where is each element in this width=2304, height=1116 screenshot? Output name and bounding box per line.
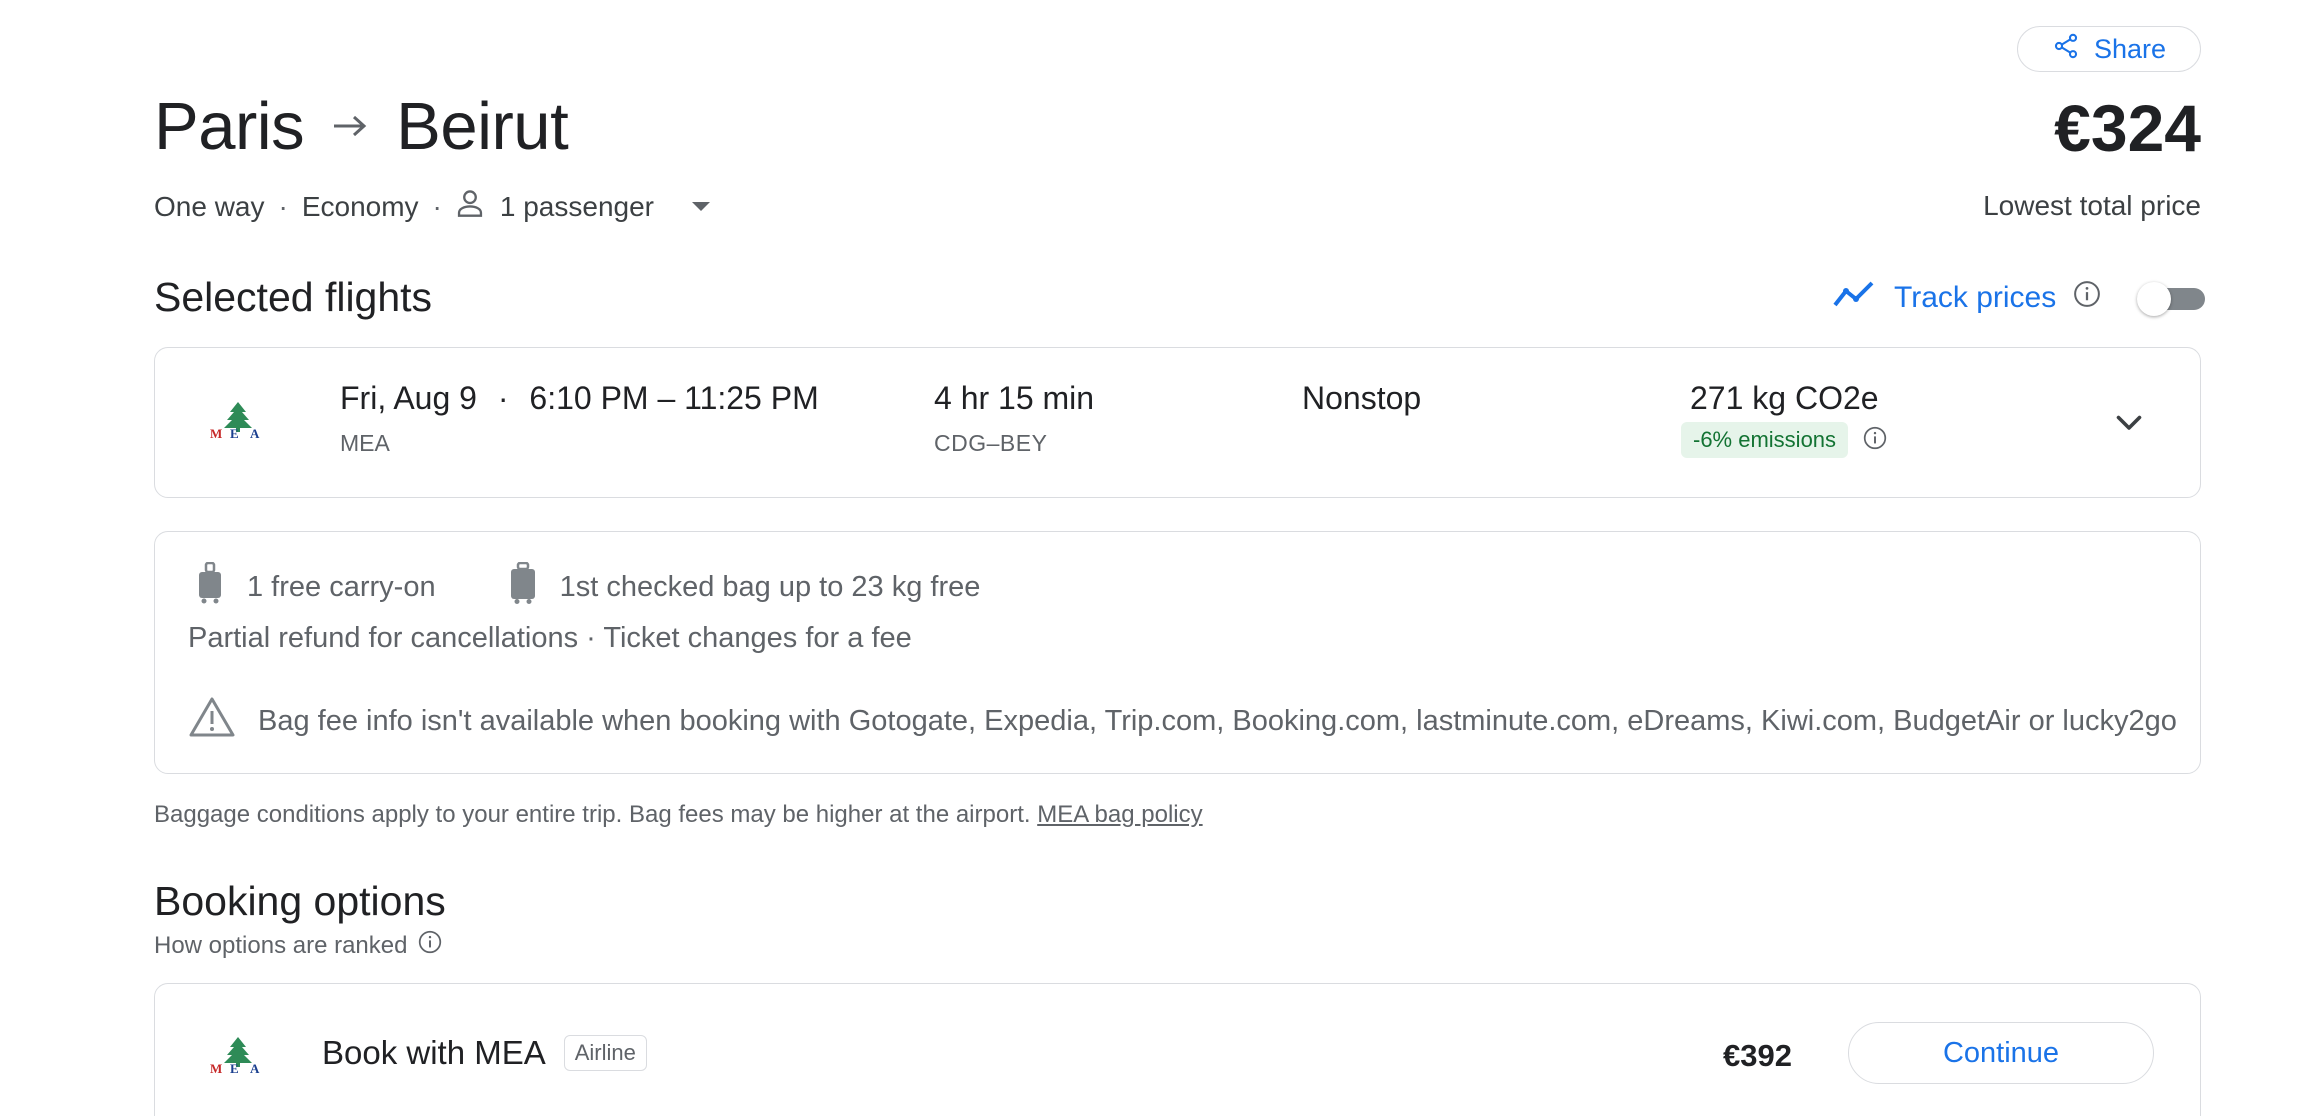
- baggage-allowance: 1 free carry-on 1st checked bag up to 23…: [195, 561, 1052, 612]
- svg-text:E: E: [230, 426, 239, 440]
- provider-type-badge: Airline: [563, 1035, 647, 1071]
- carry-on-label: 1 free carry-on: [247, 570, 436, 603]
- flight-date-times: Fri, Aug 9 · 6:10 PM – 11:25 PM: [340, 380, 819, 417]
- info-icon[interactable]: [1862, 425, 1888, 456]
- carry-on-bag-icon: [195, 561, 225, 612]
- checked-bag-icon: [508, 561, 538, 612]
- flight-stops: Nonstop: [1302, 380, 1422, 416]
- info-icon[interactable]: [2072, 279, 2102, 317]
- carry-on-item: 1 free carry-on: [195, 561, 436, 612]
- svg-text:A: A: [250, 1061, 260, 1075]
- bag-policy-link[interactable]: MEA bag policy: [1037, 801, 1202, 828]
- baggage-note: Baggage conditions apply to your entire …: [154, 801, 1203, 829]
- svg-text:M: M: [210, 1061, 222, 1075]
- passenger-selector[interactable]: 1 passenger: [456, 188, 710, 225]
- trip-type: One way: [154, 190, 265, 222]
- booking-options-heading: Booking options: [154, 878, 446, 924]
- mea-logo-icon: M E A: [208, 1035, 268, 1076]
- svg-text:M: M: [210, 426, 222, 440]
- continue-button[interactable]: Continue: [1848, 1022, 2154, 1084]
- flight-airline: MEA: [340, 430, 390, 456]
- info-icon: [417, 929, 443, 962]
- separator-dot: ·: [497, 380, 509, 416]
- trend-icon: [1832, 279, 1878, 317]
- origin-city: Paris: [154, 89, 305, 164]
- flight-route: CDG–BEY: [934, 430, 1048, 456]
- share-icon: [2052, 32, 2080, 67]
- toggle-knob: [2137, 282, 2171, 316]
- flight-times: 6:10 PM – 11:25 PM: [529, 380, 819, 416]
- cabin-class: Economy: [301, 190, 419, 222]
- ranking-info-button[interactable]: How options are ranked: [154, 929, 443, 962]
- checked-bag-item: 1st checked bag up to 23 kg free: [508, 561, 981, 612]
- flight-date: Fri, Aug 9: [340, 380, 477, 416]
- lowest-price-caption: Lowest total price: [1983, 190, 2201, 221]
- trip-summary: One way · Economy · 1 passenger: [154, 188, 710, 225]
- share-label: Share: [2093, 33, 2167, 64]
- person-icon: [456, 188, 484, 225]
- booking-provider: Book with MEA: [322, 1034, 546, 1071]
- lowest-price: €324: [2054, 91, 2201, 165]
- separator-dot: ·: [432, 190, 442, 222]
- continue-label: Continue: [1942, 1036, 2060, 1069]
- route-title: Paris Beirut: [154, 88, 569, 165]
- share-button[interactable]: Share: [2017, 26, 2201, 72]
- emissions-row: -6% emissions: [1681, 422, 1888, 458]
- mea-logo-icon: M A E: [208, 400, 268, 441]
- flight-card[interactable]: [154, 347, 2201, 498]
- svg-text:A: A: [250, 426, 260, 440]
- warning-icon: [188, 696, 236, 746]
- ranking-label: How options are ranked: [154, 931, 408, 959]
- destination-city: Beirut: [396, 89, 569, 164]
- track-prices-toggle[interactable]: [2137, 282, 2207, 316]
- flight-co2: 271 kg CO2e: [1690, 380, 1879, 416]
- track-prices-button[interactable]: Track prices: [1832, 279, 2102, 317]
- arrow-right-icon: [330, 106, 370, 151]
- passenger-count: 1 passenger: [499, 190, 654, 222]
- booking-option-name: Book with MEA Airline: [322, 1034, 647, 1072]
- svg-text:E: E: [230, 1061, 239, 1075]
- booking-price: €392: [1723, 1038, 1792, 1073]
- selected-flights-heading: Selected flights: [154, 274, 433, 320]
- track-prices-label: Track prices: [1894, 281, 2057, 314]
- bag-fee-warning-text: Bag fee info isn't available when bookin…: [258, 704, 2177, 737]
- baggage-note-text: Baggage conditions apply to your entire …: [154, 801, 1031, 828]
- caret-down-icon: [691, 202, 710, 211]
- flight-duration: 4 hr 15 min: [934, 380, 1095, 416]
- bag-fee-warning: Bag fee info isn't available when bookin…: [188, 696, 2177, 746]
- checked-bag-label: 1st checked bag up to 23 kg free: [559, 570, 981, 603]
- emissions-badge: -6% emissions: [1681, 422, 1849, 458]
- fare-policy: Partial refund for cancellations · Ticke…: [188, 622, 912, 654]
- separator-dot: ·: [278, 190, 288, 222]
- chevron-down-icon[interactable]: [2111, 404, 2147, 440]
